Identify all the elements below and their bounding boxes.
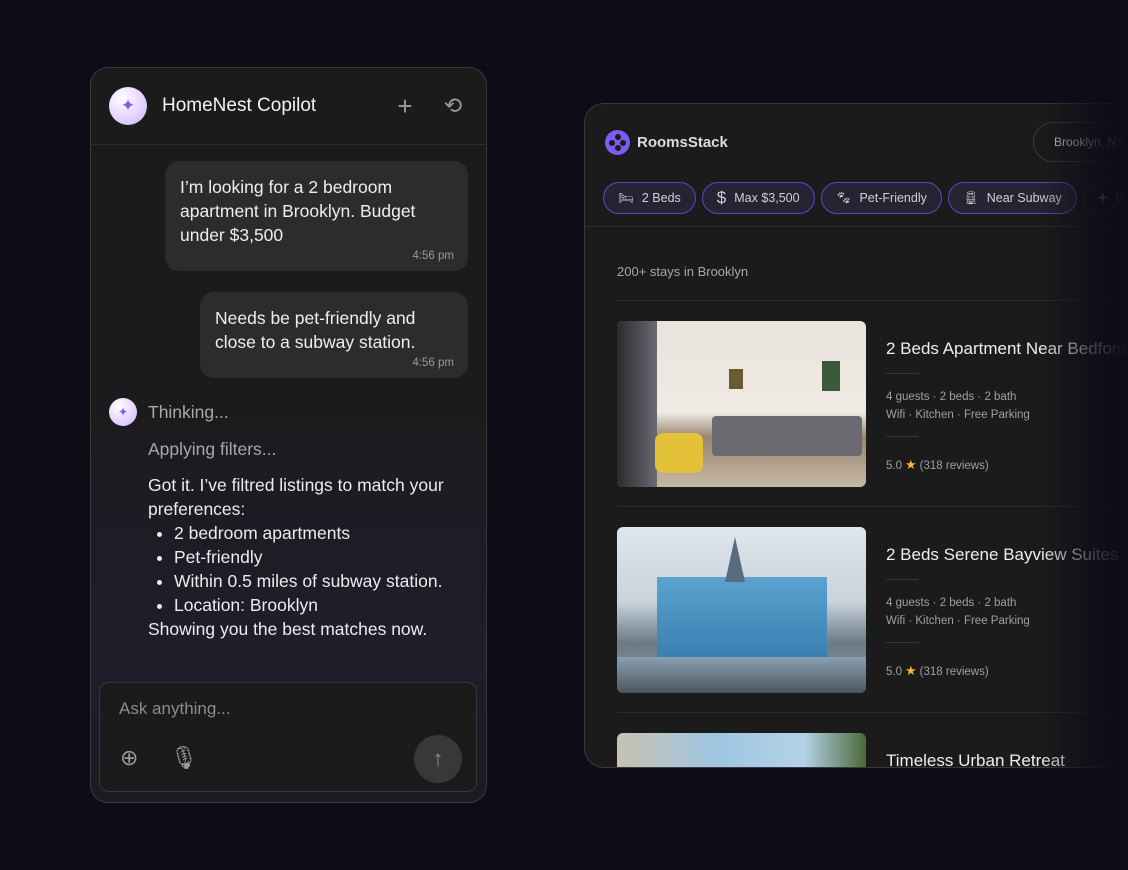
roomsstack-panel: RoomsStack Brooklyn, NY 🛏︎ 2 Beds $ Max $3… xyxy=(584,103,1128,768)
star-icon: ★ xyxy=(905,663,917,678)
listing-photo xyxy=(617,733,866,767)
rating-value: 5.0 xyxy=(886,666,902,678)
reply-outro: Showing you the best matches now. xyxy=(148,619,428,639)
applying-status: Applying filters... xyxy=(148,439,277,459)
train-icon: 🚆︎ xyxy=(962,190,979,205)
listing-amenities: Wifi · Kitchen · Free Parking xyxy=(886,409,1030,421)
filter-chip-price[interactable]: $ Max $3,500 xyxy=(701,182,815,214)
message-time: 4:56 pm xyxy=(412,357,454,369)
listing-card[interactable]: 2 Beds Serene Bayview Suites 4 guests · … xyxy=(617,527,1128,693)
listing-card[interactable]: Timeless Urban Retreat xyxy=(617,733,1128,768)
message-text: I’m looking for a 2 bedroom apartment in… xyxy=(180,177,416,245)
listing-card[interactable]: 2 Beds Apartment Near Bedford 4 guests ·… xyxy=(617,321,1128,487)
ask-input[interactable] xyxy=(119,699,449,719)
star-icon: ★ xyxy=(905,457,917,472)
chat-composer: ⊕ 🎙︎ ↑ xyxy=(99,682,477,792)
listing-photo xyxy=(617,321,866,487)
bed-icon: 🛏︎ xyxy=(618,190,634,205)
rating-value: 5.0 xyxy=(886,460,902,472)
paw-icon: 🐾︎ xyxy=(835,190,852,205)
listing-details: 4 guests · 2 beds · 2 bath xyxy=(886,391,1017,403)
send-button[interactable]: ↑ xyxy=(414,735,462,783)
brand-name: RoomsStack xyxy=(637,134,728,151)
plus-icon: + xyxy=(1097,188,1108,207)
microphone-icon[interactable]: 🎙︎ xyxy=(170,745,198,771)
add-attachment-icon[interactable]: ⊕ xyxy=(120,745,138,771)
review-count: (318 reviews) xyxy=(919,666,989,678)
divider xyxy=(617,712,1128,713)
message-text: Needs be pet-friendly and close to a sub… xyxy=(215,308,416,352)
filter-chip-beds[interactable]: 🛏︎ 2 Beds xyxy=(603,182,696,214)
divider xyxy=(886,579,919,580)
list-item: Pet-friendly xyxy=(174,545,459,569)
listing-details: 4 guests · 2 beds · 2 bath xyxy=(886,597,1017,609)
copilot-panel: ✦ HomeNest Copilot + ⟲ I’m looking for a… xyxy=(90,67,487,803)
divider xyxy=(886,436,919,437)
divider xyxy=(886,642,919,643)
listing-title: 2 Beds Apartment Near Bedford xyxy=(886,339,1127,358)
add-filter-chip[interactable]: + W xyxy=(1082,182,1128,214)
assistant-message: ✦ Thinking... Applying filters... Got it… xyxy=(109,398,459,641)
divider xyxy=(617,506,1128,507)
filter-chips: 🛏︎ 2 Beds $ Max $3,500 🐾︎ Pet-Friendly 🚆︎ Ne… xyxy=(603,182,1128,214)
user-message: Needs be pet-friendly and close to a sub… xyxy=(200,292,468,378)
new-chat-button[interactable]: + xyxy=(390,91,420,122)
chat-header: ✦ HomeNest Copilot + ⟲ xyxy=(91,68,486,145)
listing-title: Timeless Urban Retreat xyxy=(886,751,1065,768)
message-time: 4:56 pm xyxy=(412,250,454,262)
chip-label: Near Subway xyxy=(986,191,1062,205)
chat-title: HomeNest Copilot xyxy=(162,95,317,116)
review-count: (318 reviews) xyxy=(919,460,989,472)
history-icon[interactable]: ⟲ xyxy=(438,93,468,119)
chip-label: Max $3,500 xyxy=(734,191,800,205)
listing-amenities: Wifi · Kitchen · Free Parking xyxy=(886,615,1030,627)
list-item: Within 0.5 miles of subway station. xyxy=(174,569,459,593)
brand-logo[interactable]: RoomsStack xyxy=(605,130,728,155)
sparkle-icon: ✦ xyxy=(109,398,137,426)
location-search[interactable]: Brooklyn, NY xyxy=(1033,122,1128,162)
results-count: 200+ stays in Brooklyn xyxy=(617,264,749,279)
reply-intro: Got it. I’ve filtred listings to match y… xyxy=(148,475,444,519)
sparkle-icon: ✦ xyxy=(109,87,147,125)
user-message: I’m looking for a 2 bedroom apartment in… xyxy=(165,161,468,271)
listing-title: 2 Beds Serene Bayview Suites xyxy=(886,545,1119,564)
list-item: 2 bedroom apartments xyxy=(174,521,459,545)
thinking-status: Thinking... xyxy=(148,401,229,422)
divider xyxy=(886,373,919,374)
listing-photo xyxy=(617,527,866,693)
filter-chip-subway[interactable]: 🚆︎ Near Subway xyxy=(947,182,1077,214)
logo-icon xyxy=(605,130,630,155)
chip-label: 2 Beds xyxy=(641,191,681,205)
preferences-list: 2 bedroom apartments Pet-friendly Within… xyxy=(148,521,459,617)
filter-chip-pets[interactable]: 🐾︎ Pet-Friendly xyxy=(820,182,942,214)
chip-label: Pet-Friendly xyxy=(859,191,927,205)
list-item: Location: Brooklyn xyxy=(174,593,459,617)
dollar-icon: $ xyxy=(716,188,727,207)
chip-label: W xyxy=(1115,191,1128,205)
divider xyxy=(617,300,1128,301)
divider xyxy=(585,226,1128,227)
